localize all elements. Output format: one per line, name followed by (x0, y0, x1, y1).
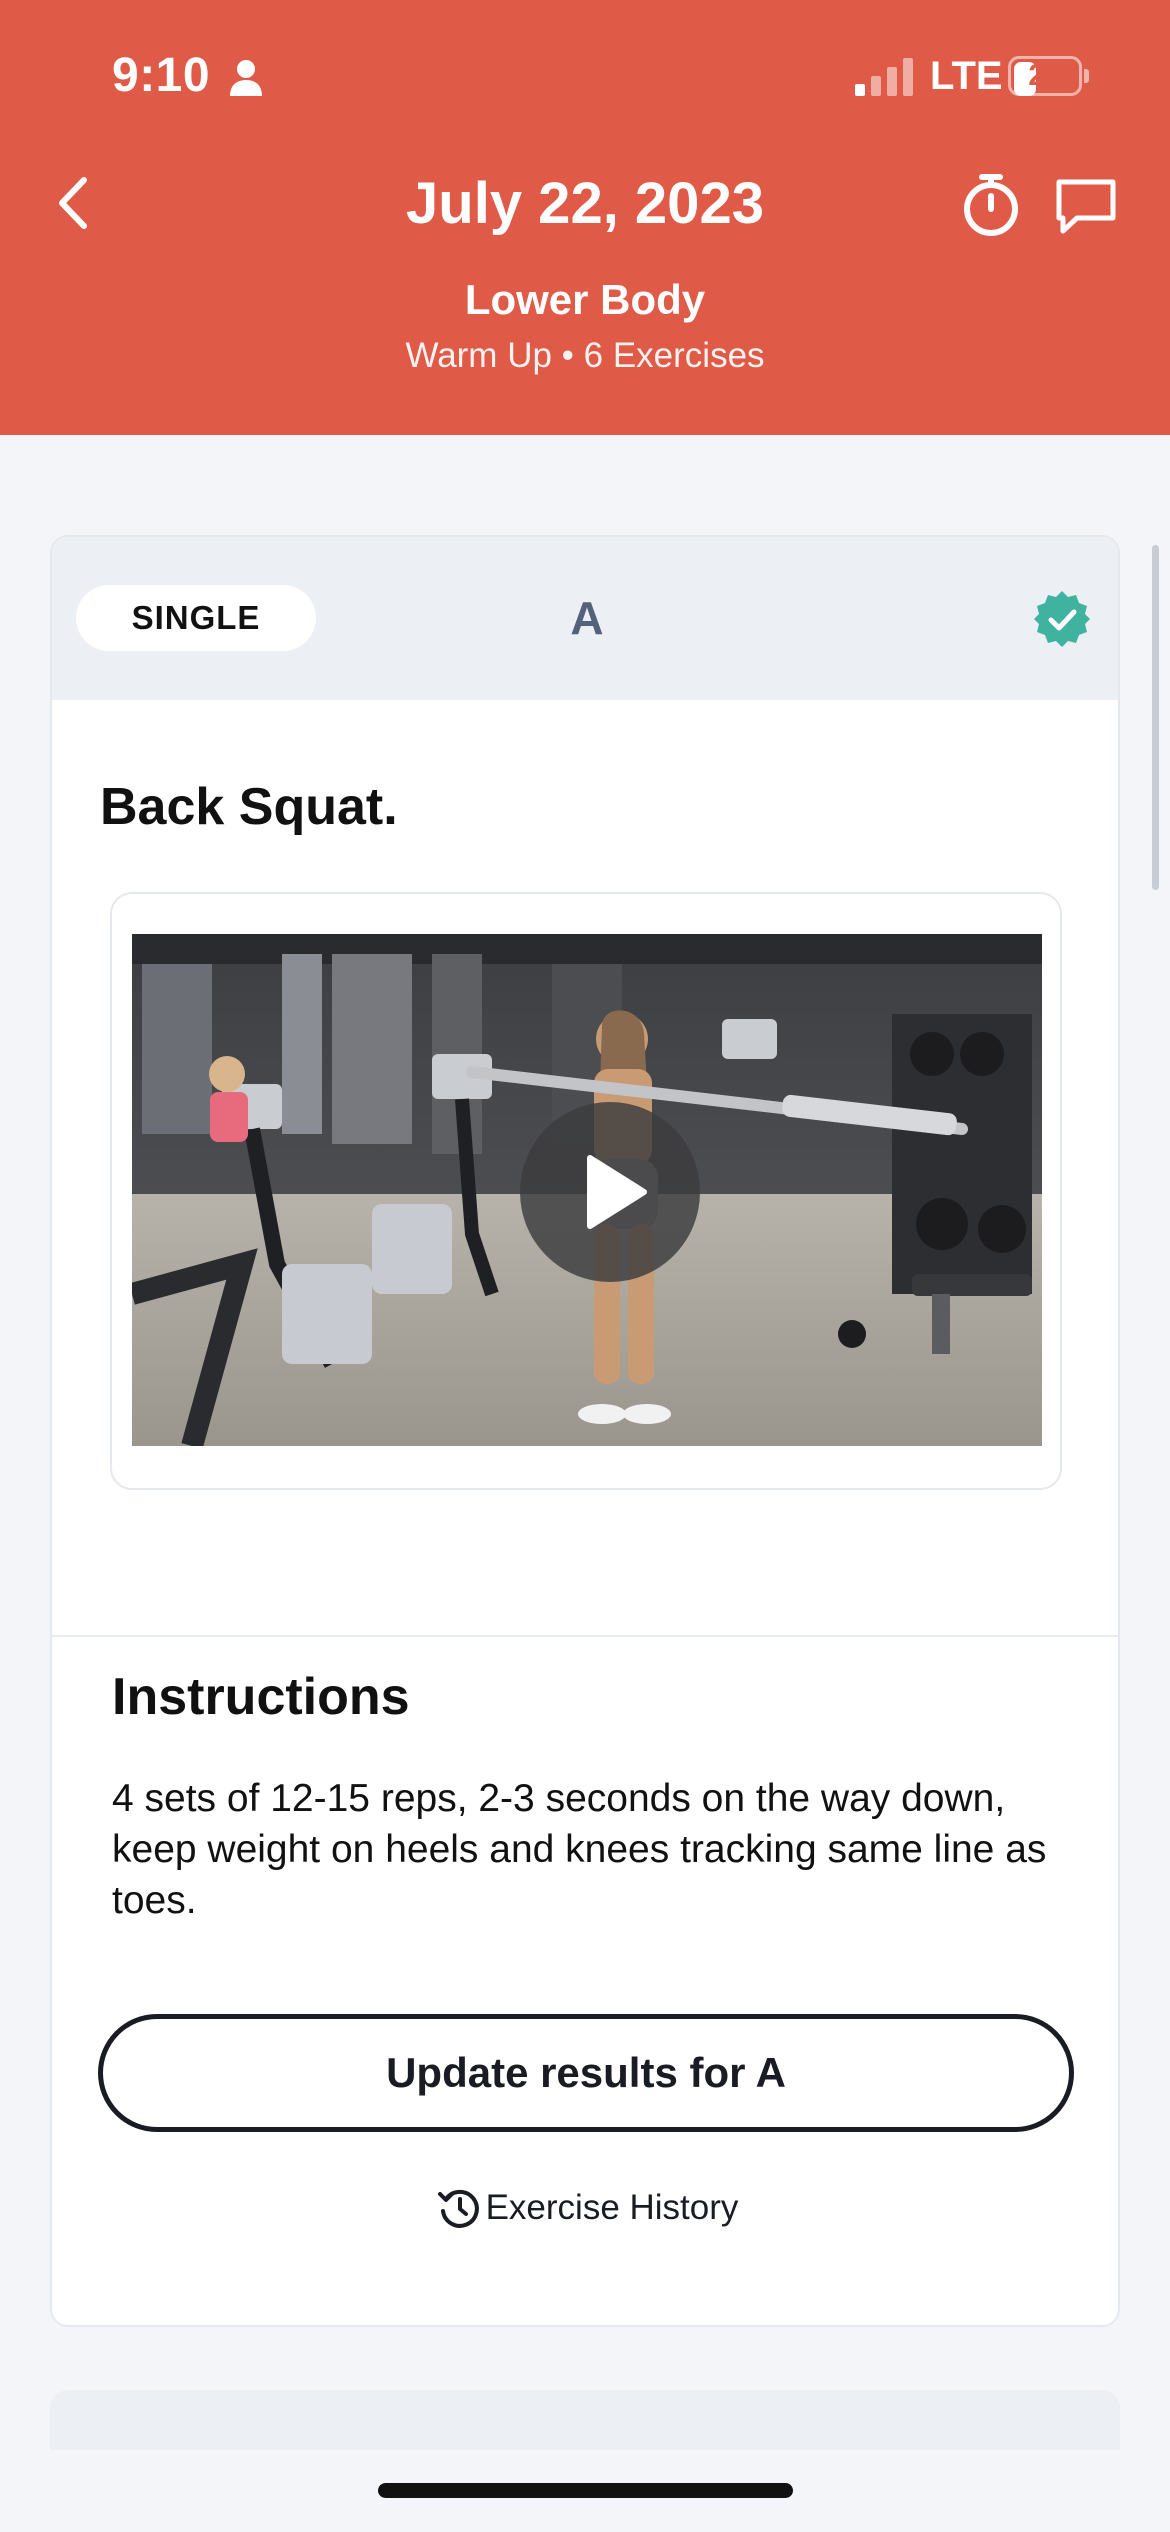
video-thumbnail[interactable] (132, 934, 1042, 1446)
exercise-card: SINGLE A Back Squat. Instructions 4 sets… (50, 535, 1120, 2327)
network-label: LTE (930, 54, 1003, 98)
exercise-history-link[interactable]: Exercise History (52, 2185, 1118, 2231)
battery-level: 26 (1028, 59, 1062, 92)
battery-icon: 26 (1008, 56, 1090, 96)
status-time: 9:10 (112, 49, 211, 102)
stopwatch-icon[interactable] (958, 172, 1024, 238)
app-header: 9:10 LTE 26 July 22, 2023 Lower Body War… (0, 0, 1170, 435)
video-container (110, 892, 1062, 1490)
next-exercise-card (50, 2390, 1120, 2450)
update-results-button[interactable]: Update results for A (98, 2014, 1074, 2132)
person-icon (230, 60, 262, 96)
scrollbar[interactable] (1152, 545, 1159, 890)
workout-name: Lower Body (464, 276, 706, 323)
signal-icon (855, 58, 913, 96)
status-bar: 9:10 LTE 26 (0, 0, 1170, 150)
chat-bubble-icon[interactable] (1053, 176, 1119, 236)
history-clock-icon (437, 2189, 479, 2228)
exercise-history-label: Exercise History (485, 2188, 739, 2227)
play-icon[interactable] (520, 1102, 700, 1282)
section-divider (52, 1635, 1118, 1637)
home-indicator[interactable] (378, 2483, 793, 2498)
instructions-heading: Instructions (112, 1668, 410, 1726)
exercise-letter: A (570, 592, 604, 644)
exercise-name: Back Squat. (100, 778, 398, 836)
workout-meta: Warm Up • 6 Exercises (405, 336, 765, 375)
verified-check-icon (1034, 591, 1090, 647)
card-header: SINGLE A (52, 537, 1118, 700)
instructions-text: 4 sets of 12-15 reps, 2-3 seconds on the… (112, 1777, 1047, 1922)
